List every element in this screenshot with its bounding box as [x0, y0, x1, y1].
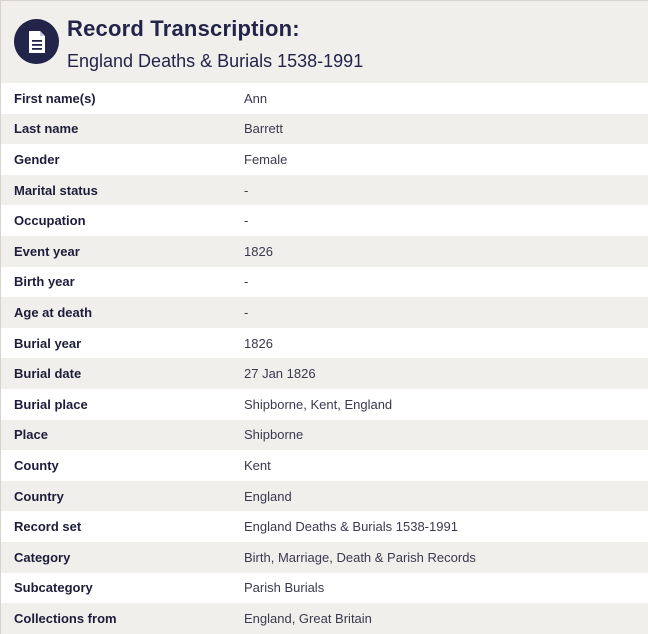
field-value: Barrett — [243, 113, 648, 145]
field-value: Parish Burials — [243, 572, 648, 604]
record-details-table: First name(s) Ann Last name Barrett Gender Fe… — [1, 83, 648, 634]
field-label: Category — [1, 541, 243, 573]
field-value: - — [243, 266, 648, 298]
field-label: Burial year — [1, 327, 243, 359]
field-label: Occupation — [1, 205, 243, 236]
field-value: England Deaths & Burials 1538-1991 — [243, 511, 648, 542]
table-row: Last name Barrett — [1, 113, 648, 145]
table-row: Event year 1826 — [1, 235, 648, 267]
field-value: England — [243, 480, 648, 512]
table-row: First name(s) Ann — [1, 83, 648, 114]
table-row: Country England — [1, 480, 648, 512]
field-label: Last name — [1, 113, 243, 145]
field-value: 1826 — [243, 235, 648, 267]
field-value: Birth, Marriage, Death & Parish Records — [243, 541, 648, 573]
field-label: Country — [1, 480, 243, 512]
table-row: Collections from England, Great Britain — [1, 603, 648, 634]
table-row: Marital status - — [1, 174, 648, 206]
field-value: Female — [243, 144, 648, 175]
table-row: Category Birth, Marriage, Death & Parish … — [1, 541, 648, 573]
document-icon-glyph — [28, 30, 45, 53]
record-header: Record Transcription: England Deaths & B… — [1, 1, 648, 83]
field-value: Shipborne — [243, 419, 648, 451]
table-row: Burial place Shipborne, Kent, England — [1, 388, 648, 420]
field-value: Ann — [243, 83, 648, 114]
table-row: Record set England Deaths & Burials 1538-… — [1, 511, 648, 542]
record-transcription-panel: Record Transcription: England Deaths & B… — [0, 0, 648, 634]
table-row: County Kent — [1, 450, 648, 481]
field-value: 1826 — [243, 327, 648, 359]
field-label: Place — [1, 419, 243, 451]
field-label: Birth year — [1, 266, 243, 298]
field-label: Record set — [1, 511, 243, 542]
table-row: Gender Female — [1, 144, 648, 175]
table-row: Birth year - — [1, 266, 648, 298]
field-label: Subcategory — [1, 572, 243, 604]
field-label: Event year — [1, 235, 243, 267]
record-set-subtitle: England Deaths & Burials 1538-1991 — [67, 51, 364, 71]
field-label: Age at death — [1, 297, 243, 328]
table-row: Place Shipborne — [1, 419, 648, 451]
table-row: Subcategory Parish Burials — [1, 572, 648, 604]
field-value: England, Great Britain — [243, 603, 648, 634]
field-value: 27 Jan 1826 — [243, 358, 648, 389]
field-label: Burial date — [1, 358, 243, 389]
table-row: Burial date 27 Jan 1826 — [1, 358, 648, 389]
page-title: Record Transcription: — [67, 16, 300, 41]
table-row: Age at death - — [1, 297, 648, 328]
field-label: Marital status — [1, 174, 243, 206]
field-label: First name(s) — [1, 83, 243, 114]
table-row: Burial year 1826 — [1, 327, 648, 359]
table-row: Occupation - — [1, 205, 648, 236]
field-value: Shipborne, Kent, England — [243, 388, 648, 420]
field-label: County — [1, 450, 243, 481]
document-icon — [14, 19, 59, 64]
field-value: - — [243, 205, 648, 236]
field-label: Collections from — [1, 603, 243, 634]
field-value: - — [243, 174, 648, 206]
field-label: Burial place — [1, 388, 243, 420]
field-label: Gender — [1, 144, 243, 175]
field-value: Kent — [243, 450, 648, 481]
field-value: - — [243, 297, 648, 328]
